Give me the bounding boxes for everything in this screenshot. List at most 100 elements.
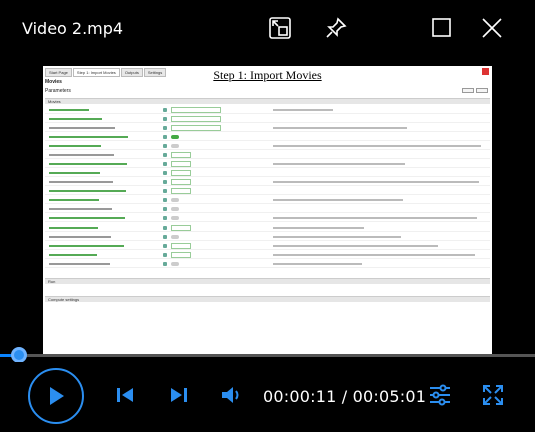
- parameter-input: [171, 152, 191, 158]
- skip-previous-icon: [117, 388, 133, 402]
- title-bar: Video 2.mp4: [0, 0, 535, 58]
- window-title: Video 2.mp4: [22, 19, 124, 38]
- parameter-row: [45, 178, 490, 186]
- close-button[interactable]: [472, 10, 512, 46]
- control-bar: 00:00:11 / 00:05:01: [0, 362, 535, 432]
- parameter-input: [171, 107, 221, 113]
- section-bar: Compute settings: [45, 296, 490, 302]
- parameter-row: [45, 196, 490, 204]
- video-frame: Start Page Step 1: Import Movies Outputs…: [43, 66, 492, 356]
- maximize-icon: [432, 18, 451, 37]
- parameter-description: [273, 227, 364, 229]
- app-section-label: Parameters: [45, 88, 71, 94]
- parameter-toggle: [171, 135, 179, 139]
- seek-track: [0, 354, 535, 357]
- parameter-input: [171, 125, 221, 131]
- parameter-row: [45, 224, 490, 232]
- parameter-description: [273, 254, 475, 256]
- parameter-icon: [163, 180, 167, 184]
- fullscreen-icon: [483, 385, 503, 405]
- miniplayer-button[interactable]: [260, 10, 300, 46]
- parameter-label: [49, 254, 97, 256]
- parameter-icon: [163, 207, 167, 211]
- parameter-label: [49, 263, 110, 265]
- parameter-description: [273, 199, 403, 201]
- parameter-icon: [163, 108, 167, 112]
- parameter-toggle: [171, 235, 179, 239]
- parameter-row: [45, 133, 490, 141]
- parameter-description: [273, 217, 477, 219]
- play-button[interactable]: [28, 368, 84, 424]
- pin-icon: [326, 17, 347, 38]
- parameter-label: [49, 172, 100, 174]
- parameter-row: [45, 151, 490, 159]
- parameter-label: [49, 227, 98, 229]
- parameter-icon: [163, 226, 167, 230]
- parameter-label: [49, 245, 124, 247]
- parameter-row: [45, 169, 490, 177]
- parameter-input: [171, 161, 191, 167]
- parameter-icon: [163, 253, 167, 257]
- app-tools: [462, 88, 488, 93]
- parameter-toggle: [171, 216, 179, 220]
- time-display: 00:00:11 / 00:05:01: [263, 387, 427, 406]
- parameter-icon: [163, 171, 167, 175]
- parameter-input: [171, 225, 191, 231]
- parameter-toggle: [171, 262, 179, 266]
- miniplayer-icon: [269, 17, 291, 39]
- parameter-row: [45, 160, 490, 168]
- parameter-toggle: [171, 144, 179, 148]
- seek-bar[interactable]: [0, 347, 535, 363]
- parameter-description: [273, 127, 407, 129]
- parameter-icon: [163, 244, 167, 248]
- parameter-description: [273, 245, 438, 247]
- parameter-description: [273, 263, 362, 265]
- parameter-label: [49, 154, 114, 156]
- parameter-input: [171, 243, 191, 249]
- section-bar: Run: [45, 278, 490, 284]
- parameter-row: [45, 214, 490, 222]
- parameter-label: [49, 217, 125, 219]
- previous-button[interactable]: [108, 378, 142, 412]
- parameter-icon: [163, 126, 167, 130]
- parameter-input: [171, 179, 191, 185]
- parameter-description: [273, 109, 333, 111]
- parameter-description: [273, 145, 481, 147]
- parameter-description: [273, 236, 401, 238]
- parameter-input: [171, 252, 191, 258]
- parameter-label: [49, 109, 89, 111]
- parameter-row: [45, 115, 490, 123]
- parameter-icon: [163, 198, 167, 202]
- parameter-label: [49, 145, 101, 147]
- parameter-row: [45, 142, 490, 150]
- parameter-icon: [163, 162, 167, 166]
- pin-button[interactable]: [316, 10, 356, 46]
- parameter-label: [49, 181, 113, 183]
- parameter-toggle: [171, 198, 179, 202]
- maximize-button[interactable]: [422, 10, 462, 46]
- parameter-icon: [163, 153, 167, 157]
- parameter-input: [171, 170, 191, 176]
- play-icon: [50, 387, 64, 405]
- fullscreen-button[interactable]: [476, 378, 510, 412]
- next-button[interactable]: [162, 378, 196, 412]
- parameter-icon: [163, 235, 167, 239]
- parameter-icon: [163, 189, 167, 193]
- volume-button[interactable]: [215, 378, 249, 412]
- parameter-label: [49, 236, 111, 238]
- parameter-row: [45, 260, 490, 268]
- parameter-row: [45, 124, 490, 132]
- parameter-label: [49, 127, 115, 129]
- parameter-row: [45, 242, 490, 250]
- parameter-label: [49, 199, 99, 201]
- parameter-icon: [163, 262, 167, 266]
- slide-title: Step 1: Import Movies: [213, 68, 322, 82]
- settings-button[interactable]: [423, 378, 457, 412]
- parameter-input: [171, 188, 191, 194]
- close-icon: [482, 18, 502, 38]
- seek-thumb[interactable]: [11, 347, 28, 363]
- app-heading: Movies: [45, 79, 62, 85]
- volume-icon: [222, 387, 239, 403]
- parameter-icon: [163, 144, 167, 148]
- parameter-row: [45, 187, 490, 195]
